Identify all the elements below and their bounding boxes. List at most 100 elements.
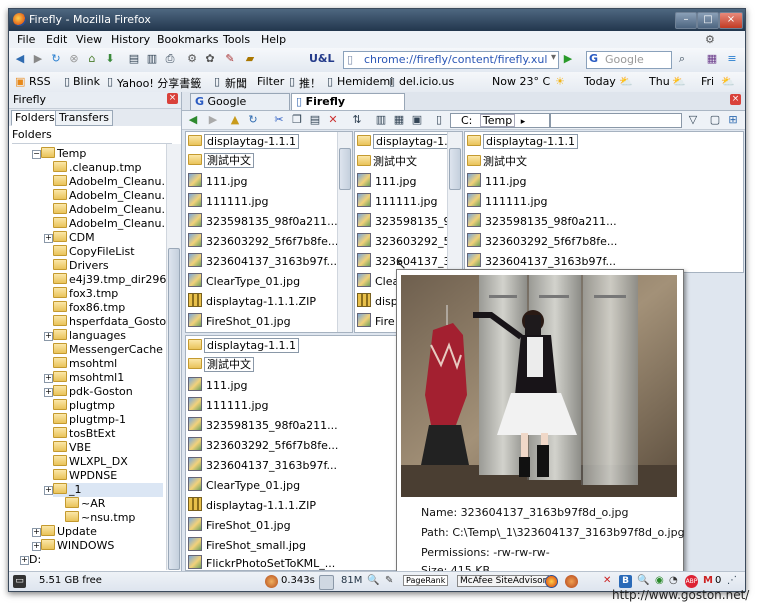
expand-icon[interactable]: + xyxy=(44,374,53,383)
layout-icon[interactable]: ▥ xyxy=(374,113,388,127)
list-item[interactable]: 323598135_98 xyxy=(357,213,457,229)
list-item[interactable]: 111.jpg xyxy=(357,173,417,189)
menu-edit[interactable]: Edit xyxy=(46,33,67,46)
menu-file[interactable]: File xyxy=(17,33,35,46)
tab-firefly[interactable]: ▯ Firefly xyxy=(291,93,405,110)
close-tab-icon[interactable]: × xyxy=(730,94,741,105)
list-item[interactable]: displaytag-1.1.1.ZIP xyxy=(188,293,316,309)
url-bar[interactable]: ▯ chrome://firefly/content/firefly.xul ▾ xyxy=(343,51,559,69)
tree-item[interactable]: WLXPL_DX xyxy=(53,455,128,469)
filter-input[interactable] xyxy=(550,113,682,128)
search-go-icon[interactable]: ⌕ xyxy=(675,52,689,66)
list-item[interactable]: 323598135_98f0a211... xyxy=(188,417,338,433)
list-item[interactable]: Clea xyxy=(357,273,399,289)
tree-item[interactable]: WPDNSE xyxy=(53,469,117,483)
list-item[interactable]: Fire xyxy=(357,313,395,329)
expand-icon[interactable]: + xyxy=(32,542,41,551)
sidebar-scrollbar[interactable] xyxy=(166,144,181,570)
expand-icon[interactable]: + xyxy=(44,388,53,397)
search-input[interactable]: G Google xyxy=(586,51,672,69)
bookmark-yahoo[interactable]: Yahoo! 分享書籤 xyxy=(117,75,201,91)
list-item[interactable]: 323603292_5f xyxy=(357,233,454,249)
adblock-icon[interactable]: ABP xyxy=(685,575,698,588)
search-icon[interactable]: 🔍 xyxy=(637,575,649,586)
bookmark-b-icon[interactable]: B xyxy=(619,575,632,588)
tree-item-selected[interactable]: _1 xyxy=(53,483,163,497)
close-sidebar-icon[interactable]: × xyxy=(167,93,178,104)
scrollbar-thumb[interactable] xyxy=(449,148,461,190)
list-item[interactable]: FireShot_small.jpg xyxy=(188,537,306,553)
expand-icon[interactable]: + xyxy=(44,332,53,341)
layout-icon[interactable]: ▣ xyxy=(410,113,424,127)
search-icon[interactable]: 🔍 xyxy=(367,575,379,586)
list-item[interactable]: FireShot_01.jpg xyxy=(188,313,291,329)
reload-icon[interactable]: ↻ xyxy=(49,52,63,66)
list-item[interactable]: 測試中文 xyxy=(357,153,417,169)
list-item[interactable]: displaytag-1.1.1 xyxy=(467,134,579,150)
globe-icon[interactable]: ◉ xyxy=(655,575,664,586)
tree-item[interactable]: AdobeIm_Cleanu... xyxy=(53,203,169,217)
wrench-icon[interactable]: ✎ xyxy=(385,575,393,586)
list-item[interactable]: disp xyxy=(357,293,398,309)
tree-item[interactable]: Drivers xyxy=(53,259,109,273)
back-icon[interactable]: ◀ xyxy=(186,113,200,127)
tab-transfers[interactable]: Transfers xyxy=(55,110,113,126)
paste-icon[interactable]: ▤ xyxy=(308,113,322,127)
weather-thu[interactable]: Thu xyxy=(649,75,670,88)
print-icon[interactable]: ⎙ xyxy=(163,52,177,66)
weather-today[interactable]: Today xyxy=(584,75,616,88)
tree-item[interactable]: VBE xyxy=(53,441,91,455)
bookmark-blink[interactable]: Blink xyxy=(73,75,100,88)
tree-item[interactable]: CDM xyxy=(53,231,95,245)
list-item[interactable]: 111.jpg xyxy=(188,377,248,393)
tree-item[interactable]: hsperfdata_Goston xyxy=(53,315,169,329)
tree-item[interactable]: .cleanup.tmp xyxy=(53,161,142,175)
url-dropdown-icon[interactable]: ▾ xyxy=(551,52,556,63)
bookmark-filter[interactable]: Filter xyxy=(257,75,284,88)
path-segment[interactable]: Temp xyxy=(479,114,516,127)
firebug-icon[interactable] xyxy=(265,575,278,588)
tab-folders[interactable]: Folders xyxy=(11,110,59,126)
menu-history[interactable]: History xyxy=(111,33,150,46)
filter-icon[interactable]: ▽ xyxy=(686,113,700,127)
maximize-button[interactable]: □ xyxy=(697,12,719,29)
bookmarks-icon[interactable]: ▤ xyxy=(127,52,141,66)
tree-item[interactable]: tosBtExt xyxy=(53,427,115,441)
tree-item[interactable]: WINDOWS xyxy=(41,539,114,553)
list-item[interactable]: 323603292_5f6f7b8fe... xyxy=(188,437,338,453)
list-item[interactable]: 323603292_5f6f7b8fe... xyxy=(467,233,617,249)
menu-tools[interactable]: Tools xyxy=(223,33,250,46)
forward-icon[interactable]: ▶ xyxy=(206,113,220,127)
list-item[interactable]: displaytag-1.1.1 xyxy=(188,338,300,354)
resize-grip-icon[interactable]: ⋰ xyxy=(727,575,737,586)
list-item[interactable]: FlickrPhotoSetToKML_... xyxy=(188,555,335,570)
pane-scrollbar[interactable] xyxy=(337,132,352,332)
mcafee-siteadvisor[interactable]: McAfee SiteAdvisor xyxy=(457,575,550,587)
tree-item[interactable]: ~nsu.tmp xyxy=(65,511,135,525)
close-window-button[interactable]: × xyxy=(719,12,743,29)
list-item[interactable]: ClearType_01.jpg xyxy=(188,273,300,289)
bookmark-hemidemi[interactable]: Hemidemi xyxy=(337,75,393,88)
expand-icon[interactable]: + xyxy=(44,234,53,243)
expand-icon[interactable]: + xyxy=(32,528,41,537)
tree-item[interactable]: msohtml xyxy=(53,357,117,371)
list-item[interactable]: ClearType_01.jpg xyxy=(188,477,300,493)
menu-view[interactable]: View xyxy=(76,33,102,46)
layout-icon[interactable]: ▦ xyxy=(392,113,406,127)
tree-item[interactable]: languages xyxy=(53,329,126,343)
stop-icon[interactable]: ⊗ xyxy=(67,52,81,66)
view-icon[interactable]: ⇅ xyxy=(350,113,364,127)
tab-google[interactable]: G Google xyxy=(190,93,290,110)
menu-help[interactable]: Help xyxy=(261,33,286,46)
tree-item[interactable]: CopyFileList xyxy=(53,245,135,259)
timer-icon[interactable]: ◔ xyxy=(669,575,678,586)
grid-icon[interactable]: ▦ xyxy=(705,52,719,66)
expand-icon[interactable]: + xyxy=(20,556,29,565)
block-icon[interactable]: ✕ xyxy=(603,575,611,586)
menu-bookmarks[interactable]: Bookmarks xyxy=(157,33,218,46)
list-item[interactable]: displaytag-1.1.1.ZIP xyxy=(188,497,316,513)
download-icon[interactable]: ⬇ xyxy=(103,52,117,66)
collapse-icon[interactable]: − xyxy=(32,150,41,159)
greasemonkey-icon[interactable] xyxy=(565,575,578,588)
list-item[interactable]: 323604137_3163b97f... xyxy=(188,457,337,473)
